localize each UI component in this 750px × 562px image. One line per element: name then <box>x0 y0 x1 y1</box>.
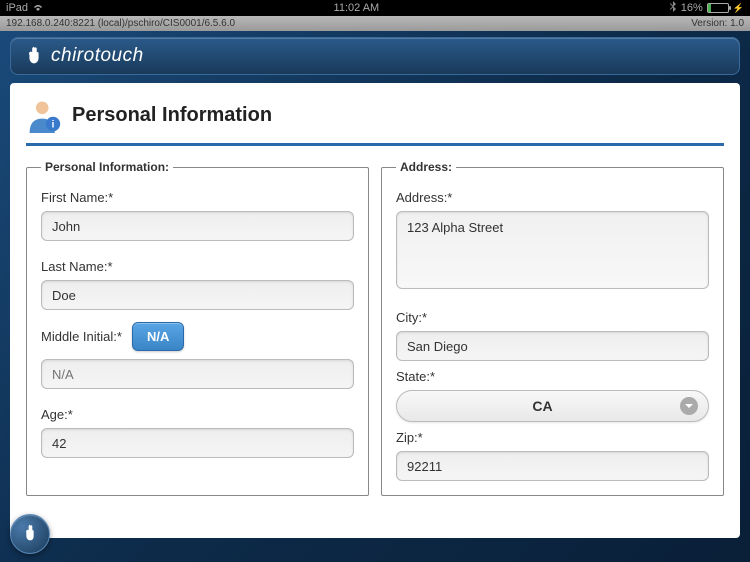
content-panel: i Personal Information Personal Informat… <box>10 83 740 538</box>
address-fieldset: Address: Address:* 123 Alpha Street City… <box>381 160 724 496</box>
personal-legend: Personal Information: <box>41 160 173 174</box>
first-name-input[interactable] <box>41 211 354 241</box>
age-input[interactable] <box>41 428 354 458</box>
clock-label: 11:02 AM <box>334 2 380 14</box>
carrier-label: iPad <box>6 2 28 14</box>
address-label: Address:* <box>396 190 709 205</box>
state-label: State:* <box>396 369 709 384</box>
state-select[interactable]: CA <box>396 390 709 422</box>
hand-icon <box>23 45 45 67</box>
zip-input[interactable] <box>396 451 709 481</box>
svg-text:i: i <box>52 120 55 131</box>
chevron-down-icon <box>680 397 698 415</box>
brand-name: chirotouch <box>51 45 144 67</box>
last-name-input[interactable] <box>41 280 354 310</box>
charging-icon: ⚡ <box>733 3 744 14</box>
first-name-label: First Name:* <box>41 190 354 205</box>
hand-icon <box>19 522 41 547</box>
app-header: chirotouch <box>10 37 740 75</box>
middle-initial-label: Middle Initial:* <box>41 329 122 344</box>
zip-label: Zip:* <box>396 430 709 445</box>
last-name-label: Last Name:* <box>41 259 354 274</box>
wifi-icon <box>32 2 44 15</box>
address-legend: Address: <box>396 160 456 174</box>
city-input[interactable] <box>396 331 709 361</box>
battery-icon <box>707 3 729 13</box>
ios-status-bar: iPad 11:02 AM 16% ⚡ <box>0 0 750 16</box>
age-label: Age:* <box>41 407 354 422</box>
server-address: 192.168.0.240:8221 (local)/pschiro/CIS00… <box>6 18 235 29</box>
battery-pct-label: 16% <box>681 2 703 14</box>
city-label: City:* <box>396 310 709 325</box>
version-label: Version: 1.0 <box>691 18 744 29</box>
app-body: chirotouch i Personal Information Person… <box>0 31 750 562</box>
personal-fieldset: Personal Information: First Name:* Last … <box>26 160 369 496</box>
connection-info-bar: 192.168.0.240:8221 (local)/pschiro/CIS00… <box>0 16 750 31</box>
na-button[interactable]: N/A <box>132 322 184 351</box>
state-value: CA <box>532 398 552 414</box>
brand-logo: chirotouch <box>23 45 144 67</box>
home-button[interactable] <box>10 514 50 554</box>
bluetooth-icon <box>669 1 677 15</box>
form-columns: Personal Information: First Name:* Last … <box>26 160 724 496</box>
page-title: Personal Information <box>72 104 272 127</box>
address-input[interactable]: 123 Alpha Street <box>396 211 709 289</box>
page-header: i Personal Information <box>26 97 724 146</box>
middle-initial-input[interactable] <box>41 359 354 389</box>
person-info-icon: i <box>26 97 62 133</box>
